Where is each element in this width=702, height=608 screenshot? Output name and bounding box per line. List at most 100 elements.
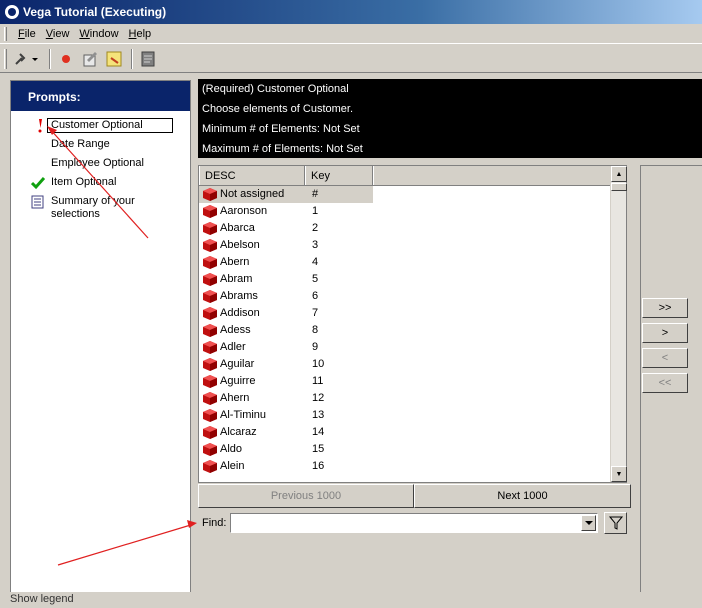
find-dropdown-button[interactable] — [581, 515, 596, 531]
cell-key: 15 — [312, 443, 325, 455]
menu-window[interactable]: Window — [74, 28, 123, 40]
table-row[interactable]: Abarca 2 — [199, 220, 610, 237]
cell-key: 9 — [312, 341, 319, 353]
filter-button[interactable] — [604, 512, 627, 534]
cell-key: 8 — [312, 324, 319, 336]
toolbar-separator — [49, 48, 51, 69]
scroll-thumb[interactable] — [611, 183, 627, 191]
table-row[interactable]: Adess 8 — [199, 322, 610, 339]
prompt-label: Date Range — [51, 138, 110, 150]
cell-key: # — [312, 188, 319, 200]
cell-desc: Alcaraz — [220, 426, 257, 438]
cell-key: 6 — [312, 290, 319, 302]
scroll-down-button[interactable]: ▼ — [611, 466, 627, 482]
table-row[interactable]: Addison 7 — [199, 305, 610, 322]
grid-header: DESC Key — [199, 166, 610, 186]
cube-icon — [203, 222, 217, 235]
menu-file[interactable]: File — [13, 28, 41, 40]
cube-icon — [203, 324, 217, 337]
table-row[interactable]: Abram 5 — [199, 271, 610, 288]
table-row[interactable]: Not assigned # — [199, 186, 373, 203]
table-row[interactable]: Aaronson 1 — [199, 203, 610, 220]
table-row[interactable]: Aguilar 10 — [199, 356, 610, 373]
prompt-label: Summary of your selections — [51, 195, 135, 220]
record-button[interactable] — [55, 48, 77, 70]
required-icon — [38, 119, 42, 133]
cell-key: 13 — [312, 409, 325, 421]
cell-desc: Aguilar — [220, 358, 255, 370]
cube-icon — [203, 426, 217, 439]
menu-view[interactable]: View — [41, 28, 75, 40]
table-row[interactable]: Abelson 3 — [199, 237, 610, 254]
remove-selected-button[interactable]: < — [642, 348, 688, 368]
table-row[interactable]: Abern 4 — [199, 254, 610, 271]
cube-icon — [203, 307, 217, 320]
available-elements-list[interactable]: DESC Key Not assigned # Aaronson 1 Abarca… — [198, 165, 627, 483]
cell-desc: Abarca — [220, 222, 255, 234]
toolbar-grip — [4, 48, 7, 69]
cell-key: 12 — [312, 392, 325, 404]
cube-icon — [203, 358, 217, 371]
remove-all-button[interactable]: << — [642, 373, 688, 393]
cell-key: 5 — [312, 273, 319, 285]
table-row[interactable]: Alein 16 — [199, 458, 610, 475]
cell-key: 3 — [312, 239, 319, 251]
vertical-scrollbar[interactable]: ▲ ▼ — [610, 166, 627, 482]
tools-icon — [15, 52, 38, 65]
prompt-instructions: Choose elements of Customer. — [202, 103, 354, 115]
prompt-label: Customer Optional — [47, 118, 173, 133]
prompt-title: (Required) Customer Optional — [202, 83, 349, 95]
note-button[interactable] — [103, 48, 125, 70]
previous-1000-button[interactable]: Previous 1000 — [198, 484, 414, 508]
cell-desc: Abelson — [220, 239, 260, 251]
cell-desc: Ahern — [220, 392, 250, 404]
table-row[interactable]: Aguirre 11 — [199, 373, 610, 390]
cell-key: 7 — [312, 307, 319, 319]
cube-icon — [203, 205, 217, 218]
table-row[interactable]: Aldo 15 — [199, 441, 610, 458]
prompt-min-elements: Minimum # of Elements: Not Set — [202, 123, 360, 135]
cube-icon — [203, 341, 217, 354]
cube-icon — [203, 256, 217, 269]
cell-key: 14 — [312, 426, 325, 438]
cell-desc: Abern — [220, 256, 250, 268]
cell-key: 4 — [312, 256, 319, 268]
cell-desc: Abram — [220, 273, 253, 285]
next-1000-button[interactable]: Next 1000 — [414, 484, 631, 508]
column-header-filler — [373, 166, 610, 185]
prompt-label: Employee Optional — [51, 157, 144, 169]
scroll-up-button[interactable]: ▲ — [611, 166, 627, 182]
table-row[interactable]: Adler 9 — [199, 339, 610, 356]
table-row[interactable]: Ahern 12 — [199, 390, 610, 407]
edit-button[interactable] — [79, 48, 101, 70]
add-selected-button[interactable]: > — [642, 323, 688, 343]
table-row[interactable]: Al-Timinu 13 — [199, 407, 610, 424]
checkmark-icon — [31, 177, 45, 190]
column-header-key[interactable]: Key — [305, 166, 373, 185]
tools-dropdown-button[interactable] — [11, 48, 43, 70]
cube-icon — [203, 392, 217, 405]
find-combobox[interactable] — [230, 513, 598, 533]
document-button[interactable] — [137, 48, 159, 70]
cell-key: 2 — [312, 222, 319, 234]
window-title: Vega Tutorial (Executing) — [23, 5, 167, 19]
grid-rows: Not assigned # Aaronson 1 Abarca 2 Abelson… — [199, 186, 610, 482]
status-bar[interactable]: Show legend — [0, 592, 702, 608]
cube-icon — [203, 188, 217, 201]
prompts-panel: Prompts: Customer Optional Date Range Em… — [10, 80, 191, 594]
table-row[interactable]: Abrams 6 — [199, 288, 610, 305]
column-header-desc[interactable]: DESC — [199, 166, 305, 185]
menu-bar: File View Window Help — [0, 24, 702, 44]
prompt-max-elements: Maximum # of Elements: Not Set — [202, 143, 363, 155]
cell-desc: Adess — [220, 324, 251, 336]
cell-desc: Aguirre — [220, 375, 256, 387]
table-row[interactable]: Alcaraz 14 — [199, 424, 610, 441]
remove-all-label: << — [658, 377, 672, 389]
prompt-label: Item Optional — [51, 176, 117, 188]
cube-icon — [203, 409, 217, 422]
cell-desc: Abrams — [220, 290, 258, 302]
add-all-button[interactable]: >> — [642, 298, 688, 318]
cube-icon — [203, 239, 217, 252]
menu-help[interactable]: Help — [124, 28, 157, 40]
cell-desc: Aldo — [220, 443, 243, 455]
